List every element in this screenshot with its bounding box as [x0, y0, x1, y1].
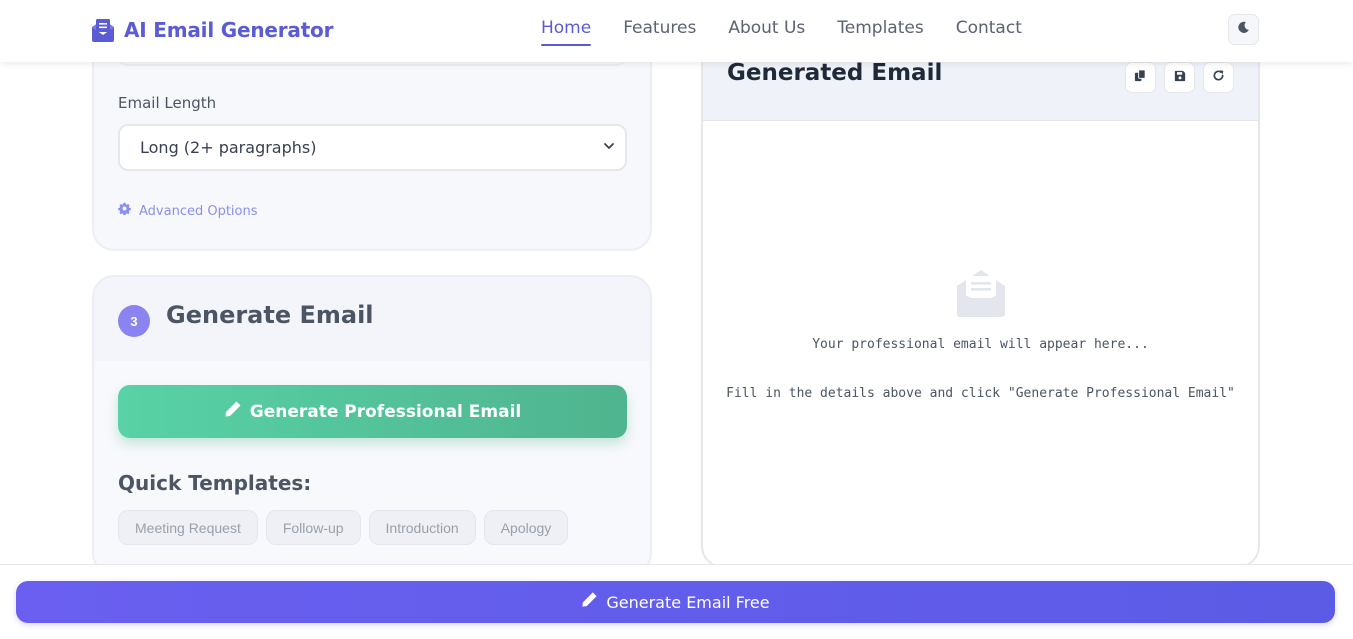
email-length-select[interactable]: Long (2+ paragraphs) — [118, 124, 627, 171]
template-chip-introduction[interactable]: Introduction — [368, 510, 476, 545]
template-chip-follow-up[interactable]: Follow-up — [265, 510, 361, 545]
copy-button[interactable] — [1125, 62, 1156, 93]
nav-link-templates[interactable]: Templates — [837, 18, 923, 46]
template-chip-meeting-request[interactable]: Meeting Request — [118, 510, 258, 545]
gear-icon — [118, 202, 131, 220]
nav-link-contact[interactable]: Contact — [956, 18, 1022, 46]
generate-email-free-button[interactable]: Generate Email Free — [16, 581, 1335, 623]
advanced-options-label: Advanced Options — [139, 203, 258, 219]
generate-professional-email-button[interactable]: Generate Professional Email — [118, 385, 627, 438]
refresh-button[interactable] — [1203, 62, 1234, 93]
copy-icon — [1134, 68, 1147, 87]
template-chip-apology[interactable]: Apology — [483, 510, 569, 545]
pencil-icon — [224, 400, 242, 423]
brand-logo[interactable]: AI Email Generator — [90, 15, 333, 45]
theme-toggle-button[interactable] — [1228, 14, 1259, 45]
chevron-down-icon — [603, 139, 615, 157]
refresh-icon — [1212, 69, 1225, 87]
sticky-bottom-bar: Generate Email Free — [0, 564, 1353, 639]
navbar: AI Email Generator Home Features About U… — [0, 0, 1353, 62]
step-number-badge: 3 — [118, 305, 150, 337]
placeholder-text-secondary: Fill in the details above and click "Gen… — [726, 386, 1235, 401]
nav-link-features[interactable]: Features — [623, 18, 696, 46]
pencil-icon — [581, 591, 598, 613]
email-length-label: Email Length — [118, 94, 217, 112]
envelope-open-icon — [955, 266, 1007, 318]
advanced-options-toggle[interactable]: Advanced Options — [118, 202, 258, 220]
nav-link-about-us[interactable]: About Us — [728, 18, 805, 46]
generate-button-label: Generate Professional Email — [249, 401, 522, 422]
quick-templates-list: Meeting Request Follow-up Introduction A… — [118, 510, 569, 545]
generated-email-title: Generated Email — [727, 60, 943, 86]
email-length-value: Long (2+ paragraphs) — [140, 138, 317, 157]
generate-email-free-label: Generate Email Free — [606, 592, 770, 612]
generate-email-card: 3 Generate Email Generate Professional E… — [92, 275, 652, 575]
envelope-paper-icon — [90, 17, 116, 43]
generate-card-header: 3 Generate Email — [94, 277, 650, 361]
brand-title: AI Email Generator — [124, 18, 334, 42]
generate-card-title: Generate Email — [166, 301, 374, 329]
quick-templates-title: Quick Templates: — [118, 471, 312, 495]
save-button[interactable] — [1164, 62, 1195, 93]
moon-icon — [1237, 21, 1250, 39]
output-toolbar — [1125, 62, 1234, 93]
main-nav: Home Features About Us Templates Contact — [541, 18, 1022, 46]
nav-link-home[interactable]: Home — [541, 18, 592, 46]
placeholder-text-primary: Your professional email will appear here… — [812, 337, 1149, 352]
save-icon — [1174, 69, 1186, 87]
generated-email-panel: Generated Email Your professional email … — [701, 20, 1260, 568]
